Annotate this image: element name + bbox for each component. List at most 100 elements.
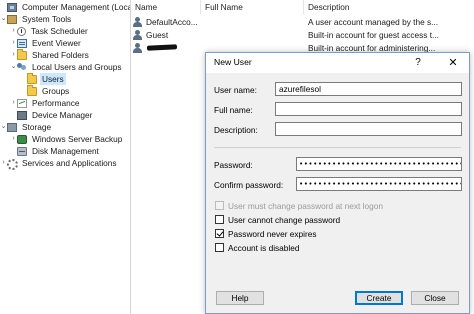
account-disabled-checkbox[interactable] (215, 243, 224, 252)
checkbox-label: Account is disabled (228, 242, 300, 253)
column-header-name[interactable]: Name (131, 0, 201, 14)
tree-item-label: Storage (22, 122, 52, 132)
tree-item-label: Event Viewer (32, 38, 81, 48)
tree-item-groups[interactable]: Groups (0, 84, 130, 97)
device-icon (17, 110, 27, 120)
toolbox-icon (7, 14, 17, 24)
tree-item-task-scheduler[interactable]: › Task Scheduler (0, 25, 130, 37)
tree-item-windows-server-backup[interactable]: › Windows Server Backup (0, 133, 130, 145)
tree-item-label: Performance (32, 98, 80, 108)
services-icon (7, 158, 18, 170)
table-row[interactable]: DefaultAcco... A user account managed by… (131, 16, 474, 28)
password-label: Password: (214, 160, 253, 170)
username-label: User name: (214, 85, 257, 95)
confirm-password-label: Confirm password: (214, 180, 284, 190)
tree-item-label: Shared Folders (32, 50, 89, 60)
divider (214, 147, 461, 148)
tree-item-users[interactable]: Users (0, 72, 130, 85)
fullname-field[interactable] (275, 102, 462, 116)
checkbox-label: User cannot change password (228, 214, 341, 225)
description-cell: Built-in account for guest access t... (308, 30, 439, 40)
tree-item-label: Device Manager (32, 110, 93, 120)
clock-icon (17, 26, 26, 36)
help-icon[interactable]: ? (411, 56, 425, 70)
tree-item-label: Windows Server Backup (32, 134, 123, 144)
folder-icon (27, 72, 37, 84)
chevron-right-icon[interactable]: › (10, 133, 17, 145)
user-name-cell: Guest (146, 30, 169, 40)
tree-item-label: Computer Management (Local (22, 2, 130, 12)
column-header-description[interactable]: Description (304, 0, 474, 14)
password-never-expires-option[interactable]: Password never expires (215, 228, 317, 239)
must-change-password-option[interactable]: User must change password at next logon (215, 200, 383, 211)
performance-icon (17, 98, 27, 108)
confirm-password-field[interactable]: •••••••••••••••••••••••••••••••••••• (296, 177, 462, 191)
description-label: Description: (214, 125, 258, 135)
username-field[interactable] (275, 82, 462, 96)
tree-item-computer-management[interactable]: Computer Management (Local (0, 1, 130, 13)
tree-item-storage[interactable]: ⌄ Storage (0, 121, 130, 133)
navigation-tree: Computer Management (Local ⌄ System Tool… (0, 0, 130, 314)
tree-item-device-manager[interactable]: Device Manager (0, 109, 130, 121)
create-button[interactable]: Create (355, 291, 403, 305)
user-icon (133, 30, 142, 40)
tree-item-event-viewer[interactable]: › Event Viewer (0, 37, 130, 49)
tree-item-shared-folders[interactable]: › Shared Folders (0, 48, 130, 61)
checkbox-label: User must change password at next logon (228, 200, 383, 211)
redaction-mark (146, 44, 178, 51)
users-icon (17, 62, 27, 72)
chevron-down-icon[interactable]: ⌄ (0, 121, 7, 133)
chevron-right-icon[interactable]: › (10, 25, 17, 37)
folder-icon (17, 48, 27, 60)
storage-icon (7, 122, 17, 132)
description-cell: A user account managed by the s... (308, 17, 439, 27)
must-change-password-checkbox[interactable] (215, 201, 224, 210)
tree-item-performance[interactable]: › Performance (0, 97, 130, 109)
close-icon[interactable]: ✕ (446, 56, 460, 70)
dialog-titlebar[interactable]: New User ? ✕ (206, 53, 469, 73)
tree-item-local-users-and-groups[interactable]: ⌄ Local Users and Groups (0, 61, 130, 73)
event-log-icon (17, 38, 27, 48)
tree-item-label: Disk Management (32, 146, 99, 156)
folder-icon (27, 84, 37, 96)
new-user-dialog: New User ? ✕ User name: Full name: Descr… (205, 52, 470, 314)
computer-management-icon (7, 2, 17, 12)
tree-item-system-tools[interactable]: ⌄ System Tools (0, 13, 130, 25)
user-name-cell: DefaultAcco... (146, 17, 198, 27)
dialog-title: New User (214, 57, 252, 67)
chevron-down-icon[interactable]: ⌄ (0, 13, 7, 25)
tree-item-services-and-applications[interactable]: › Services and Applications (0, 157, 130, 170)
cannot-change-password-option[interactable]: User cannot change password (215, 214, 340, 225)
chevron-right-icon[interactable]: › (10, 37, 17, 49)
tree-item-label: Services and Applications (22, 158, 117, 168)
checkbox-label: Password never expires (228, 228, 317, 239)
backup-icon (17, 134, 27, 144)
user-icon (133, 17, 142, 27)
chevron-down-icon[interactable]: ⌄ (10, 61, 17, 73)
help-button[interactable]: Help (216, 291, 264, 305)
description-field[interactable] (275, 122, 462, 136)
chevron-right-icon[interactable]: › (10, 49, 17, 61)
tree-item-disk-management[interactable]: Disk Management (0, 145, 130, 157)
tree-item-label: Groups (42, 86, 70, 96)
fullname-label: Full name: (214, 105, 253, 115)
chevron-right-icon[interactable]: › (10, 97, 17, 109)
password-never-expires-checkbox[interactable] (215, 229, 224, 238)
table-row[interactable]: Guest Built-in account for guest access … (131, 29, 474, 41)
disk-icon (17, 146, 27, 156)
tree-item-label: Users (40, 73, 66, 85)
chevron-right-icon[interactable]: › (0, 157, 7, 169)
account-disabled-option[interactable]: Account is disabled (215, 242, 300, 253)
tree-item-label: Task Scheduler (31, 26, 88, 36)
tree-item-label: System Tools (22, 14, 72, 24)
cannot-change-password-checkbox[interactable] (215, 215, 224, 224)
user-icon (133, 43, 142, 53)
column-header-full-name[interactable]: Full Name (201, 0, 304, 14)
close-button[interactable]: Close (411, 291, 459, 305)
password-field[interactable]: •••••••••••••••••••••••••••••••••••• (296, 157, 462, 171)
